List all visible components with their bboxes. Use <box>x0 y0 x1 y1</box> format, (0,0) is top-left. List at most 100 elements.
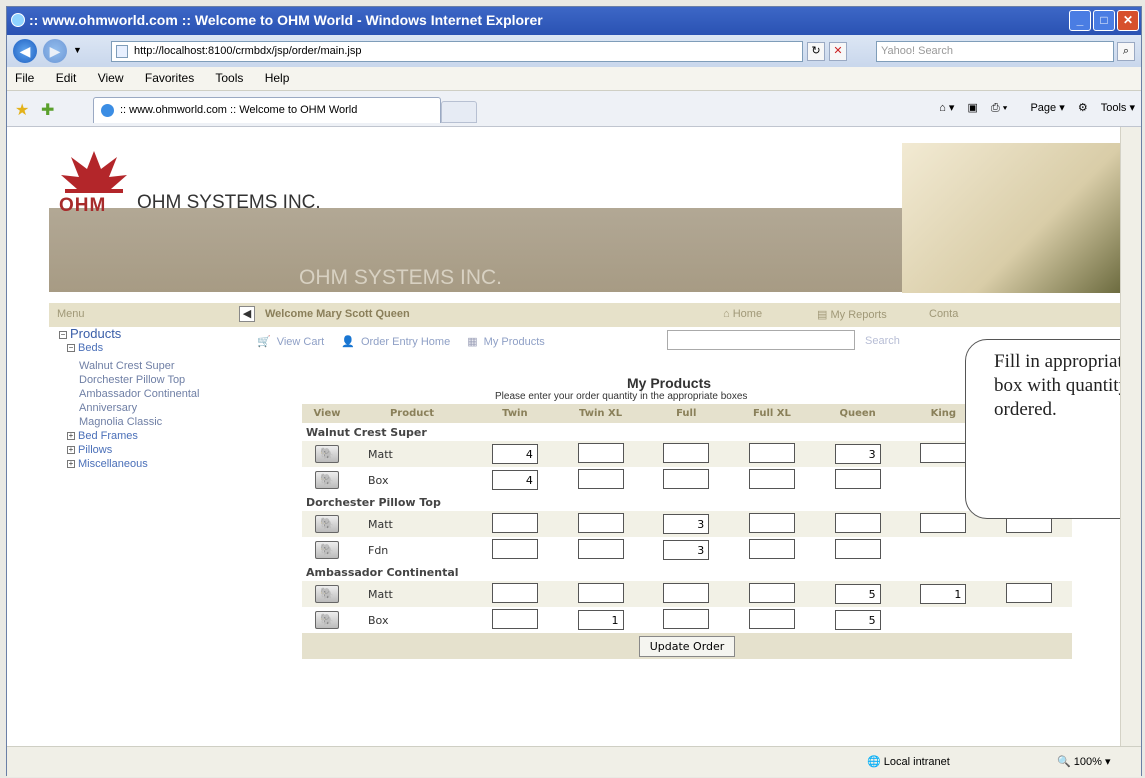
menu-edit[interactable]: Edit <box>56 71 77 85</box>
quantity-input[interactable]: 5 <box>834 610 881 630</box>
order-entry-home-link[interactable]: Order Entry Home <box>361 336 450 348</box>
view-product-icon[interactable]: 🐘 <box>315 471 339 489</box>
view-product-icon[interactable]: 🐘 <box>315 515 339 533</box>
my-products-link[interactable]: My Products <box>484 336 545 348</box>
site-banner: OHM OHM SYSTEMS INC. OHM SYSTEMS INC. <box>49 143 1122 295</box>
quantity-input[interactable] <box>920 442 967 463</box>
tree-bed-frames[interactable]: + Bed Frames <box>59 429 249 443</box>
quantity-input[interactable]: 4 <box>491 470 538 490</box>
recent-pages-icon[interactable]: ▼ <box>73 45 82 55</box>
quantity-input[interactable]: 1 <box>577 610 624 630</box>
tree-beds[interactable]: − Beds <box>59 341 249 355</box>
feeds-icon[interactable]: ▣ <box>967 102 977 114</box>
quantity-input[interactable] <box>663 582 710 603</box>
quantity-input[interactable] <box>834 538 881 559</box>
quantity-input[interactable] <box>663 468 710 489</box>
minimize-button[interactable]: _ <box>1069 10 1091 31</box>
tree-item[interactable]: Ambassador Continental <box>59 387 249 401</box>
menu-help[interactable]: Help <box>265 71 290 85</box>
address-bar: ◀ ▶ ▼ http://localhost:8100/crmbdx/jsp/o… <box>7 35 1141 67</box>
tree-misc[interactable]: + Miscellaneous <box>59 457 249 471</box>
quantity-input[interactable] <box>491 608 538 629</box>
update-order-button[interactable]: Update Order <box>638 635 736 657</box>
product-row: 🐘 Fdn 3 <box>302 537 1072 563</box>
quantity-input[interactable] <box>748 538 795 559</box>
print-icon[interactable]: ⎙ ▾ <box>991 102 1007 114</box>
quantity-input[interactable] <box>577 538 624 559</box>
zoom-control[interactable]: 🔍 100% ▾ <box>1057 755 1110 768</box>
quantity-input[interactable] <box>1006 582 1053 603</box>
view-cell: 🐘 <box>302 441 352 467</box>
qty-cell: 3 <box>643 537 729 563</box>
quantity-input[interactable] <box>577 582 624 603</box>
view-cell: 🐘 <box>302 607 352 633</box>
quantity-input[interactable] <box>491 582 538 603</box>
add-favorite-icon[interactable]: ✚ <box>41 100 54 120</box>
quantity-input[interactable] <box>577 512 624 533</box>
quantity-input[interactable] <box>663 608 710 629</box>
quantity-input[interactable] <box>920 512 967 533</box>
quantity-input[interactable] <box>748 608 795 629</box>
tree-item[interactable]: Dorchester Pillow Top <box>59 373 249 387</box>
page-menu[interactable]: Page ▾ <box>1020 102 1064 114</box>
qty-cell <box>729 581 815 607</box>
quantity-input[interactable] <box>491 512 538 533</box>
back-icon[interactable]: ◀ <box>13 39 37 63</box>
menu-tools[interactable]: Tools <box>215 71 243 85</box>
new-tab-button[interactable] <box>441 101 477 123</box>
product-search-input[interactable] <box>667 330 855 350</box>
quantity-input[interactable]: 5 <box>834 584 881 604</box>
refresh-icon[interactable]: ↻ <box>807 42 825 61</box>
reports-link[interactable]: ▤ My Reports <box>817 308 887 321</box>
collapse-menu-button[interactable]: ◀ <box>239 306 255 322</box>
quantity-input[interactable]: 4 <box>491 444 538 464</box>
expand-icon: + <box>67 459 75 469</box>
favorites-star-icon[interactable]: ★ <box>15 100 29 120</box>
home-link[interactable]: ⌂ Home <box>723 308 762 320</box>
quantity-input[interactable]: 3 <box>663 540 710 560</box>
home-icon[interactable]: ⌂ ▾ <box>939 102 954 114</box>
forward-icon[interactable]: ▶ <box>43 39 67 63</box>
tree-item[interactable]: Walnut Crest Super <box>59 359 249 373</box>
contact-link[interactable]: Conta <box>929 308 958 320</box>
quantity-input[interactable] <box>748 442 795 463</box>
tree-pillows[interactable]: + Pillows <box>59 443 249 457</box>
search-icon[interactable]: ⌕ <box>1117 42 1135 61</box>
view-product-icon[interactable]: 🐘 <box>315 541 339 559</box>
window-title: :: www.ohmworld.com :: Welcome to OHM Wo… <box>29 12 543 28</box>
search-input[interactable]: Yahoo! Search <box>876 41 1114 62</box>
tree-products[interactable]: − Products <box>59 327 249 341</box>
quantity-input[interactable] <box>748 582 795 603</box>
tree-item[interactable]: Anniversary <box>59 401 249 415</box>
tools-menu[interactable]: ⚙ Tools ▾ <box>1078 102 1135 114</box>
vertical-scrollbar[interactable] <box>1120 127 1141 746</box>
quantity-input[interactable] <box>577 442 624 463</box>
quantity-input[interactable] <box>663 442 710 463</box>
tab-ohm-world[interactable]: :: www.ohmworld.com :: Welcome to OHM Wo… <box>93 97 441 123</box>
quantity-input[interactable]: 3 <box>663 514 710 534</box>
page-subtitle: Please enter your order quantity in the … <box>495 391 748 402</box>
quantity-input[interactable] <box>748 468 795 489</box>
view-cart-link[interactable]: View Cart <box>277 336 324 348</box>
quantity-input[interactable]: 3 <box>834 444 881 464</box>
products-icon: ▦ <box>467 336 478 348</box>
close-button[interactable]: ✕ <box>1117 10 1139 31</box>
url-input[interactable]: http://localhost:8100/crmbdx/jsp/order/m… <box>111 41 803 62</box>
menu-file[interactable]: File <box>15 71 34 85</box>
view-product-icon[interactable]: 🐘 <box>315 585 339 603</box>
maximize-button[interactable]: □ <box>1093 10 1115 31</box>
search-link[interactable]: Search <box>865 335 900 347</box>
tree-item[interactable]: Magnolia Classic <box>59 415 249 429</box>
stop-icon[interactable]: ✕ <box>829 42 847 61</box>
menu-favorites[interactable]: Favorites <box>145 71 194 85</box>
view-product-icon[interactable]: 🐘 <box>315 445 339 463</box>
quantity-input[interactable] <box>748 512 795 533</box>
qty-cell <box>558 441 644 467</box>
quantity-input[interactable]: 1 <box>920 584 967 604</box>
quantity-input[interactable] <box>491 538 538 559</box>
quantity-input[interactable] <box>834 468 881 489</box>
quantity-input[interactable] <box>577 468 624 489</box>
quantity-input[interactable] <box>834 512 881 533</box>
view-product-icon[interactable]: 🐘 <box>315 611 339 629</box>
menu-view[interactable]: View <box>98 71 124 85</box>
